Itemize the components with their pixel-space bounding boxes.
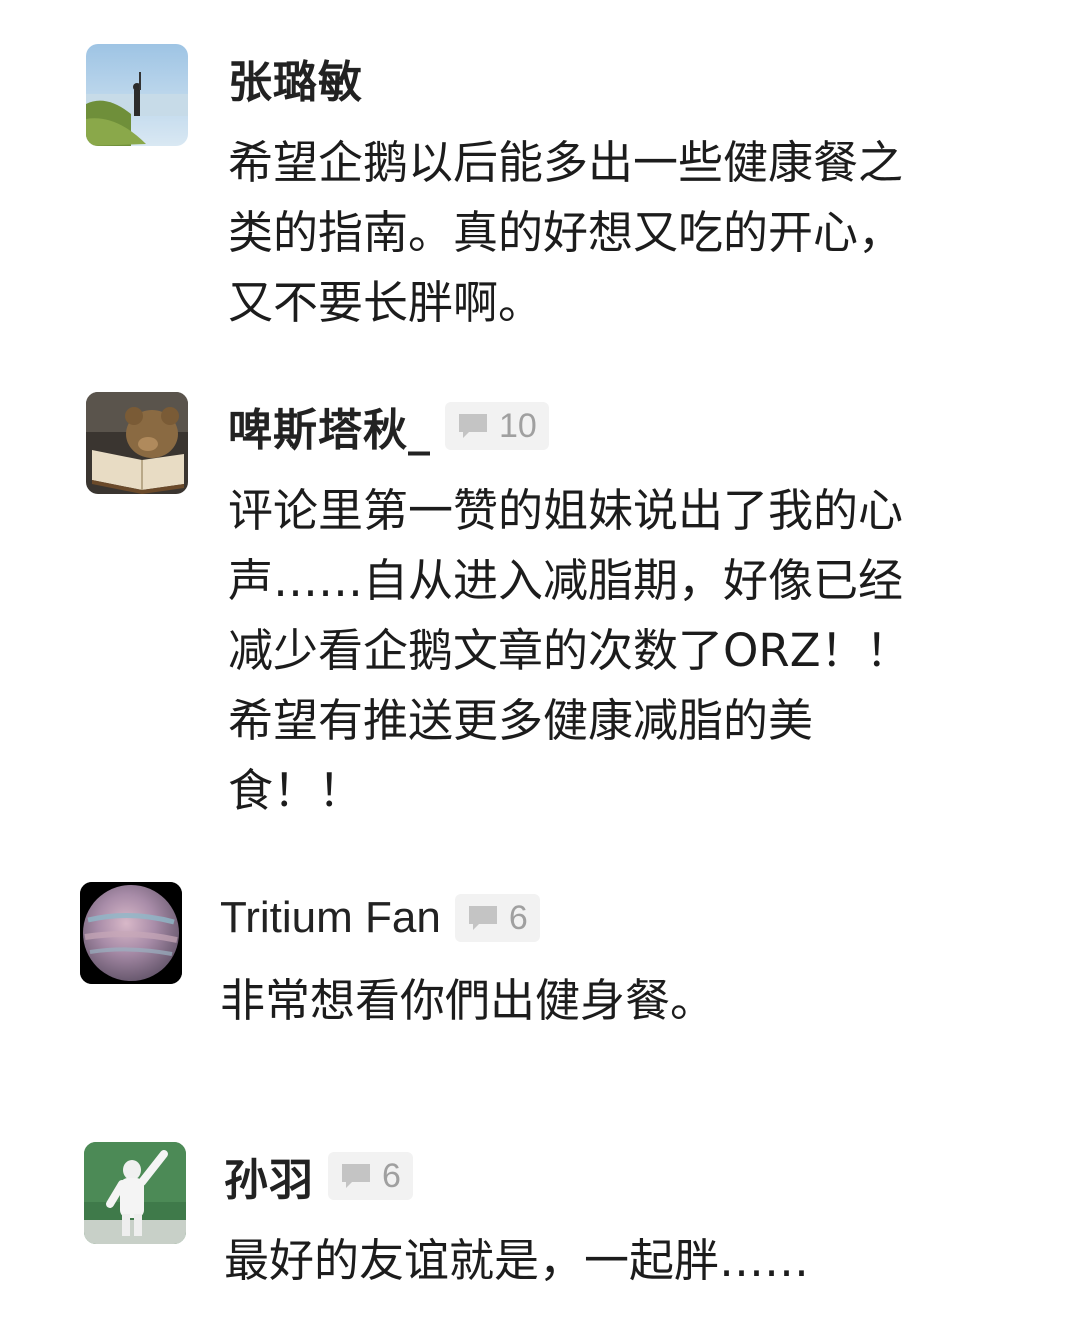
comment-bubble-icon (468, 906, 497, 930)
author-name[interactable]: Tritium Fan (220, 893, 441, 943)
comment-line: 减少看企鹅文章的次数了ORZ！！ (228, 624, 911, 677)
avatar[interactable] (84, 1142, 186, 1244)
person-by-lake-avatar-icon (86, 44, 188, 146)
comment-line: 最好的友谊就是，一起胖…… (224, 1234, 810, 1287)
reply-count-badge[interactable]: 10 (445, 402, 549, 450)
author-name[interactable]: 孙羽 (224, 1144, 314, 1208)
comment-line: 食！！ (228, 764, 364, 817)
reply-count: 10 (499, 406, 537, 445)
comment-text: 最好的友谊就是，一起胖…… (224, 1226, 809, 1296)
comment-line: 声……自从进入减脂期，好像已经 (228, 554, 904, 607)
author-name[interactable]: 张璐敏 (228, 46, 363, 110)
comment-line: 非常想看你們出健身餐。 (220, 974, 716, 1027)
comment-line: 希望企鹅以后能多出一些健康餐之 (228, 136, 904, 189)
comment-text: 评论里第一赞的姐妹说出了我的心 声……自从进入减脂期，好像已经 减少看企鹅文章的… (228, 476, 911, 826)
comment-line: 评论里第一赞的姐妹说出了我的心 (228, 484, 904, 537)
reply-count: 6 (508, 898, 528, 937)
comment-text: 非常想看你們出健身餐。 (220, 966, 715, 1036)
comment-line: 类的指南。真的好想又吃的开心， (228, 206, 904, 259)
avatar[interactable] (80, 882, 182, 984)
planet-avatar-icon (80, 882, 182, 984)
reply-count-badge[interactable]: 6 (454, 894, 540, 942)
reply-count-badge[interactable]: 6 (328, 1152, 413, 1200)
avatar[interactable] (86, 44, 188, 146)
comment-text: 希望企鹅以后能多出一些健康餐之 类的指南。真的好想又吃的开心， 又不要长胖啊。 (228, 128, 903, 338)
comment-line: 希望有推送更多健康减脂的美 (228, 694, 814, 747)
hazmat-suit-avatar-icon (84, 1142, 186, 1244)
comment-line: 又不要长胖啊。 (228, 276, 544, 329)
comment-bubble-icon (342, 1164, 370, 1188)
author-name[interactable]: 啤斯塔秋_ (228, 394, 431, 458)
teddy-bear-book-avatar-icon (86, 392, 188, 494)
comment-bubble-icon (459, 414, 487, 438)
reply-count: 6 (382, 1156, 401, 1195)
avatar[interactable] (86, 392, 188, 494)
